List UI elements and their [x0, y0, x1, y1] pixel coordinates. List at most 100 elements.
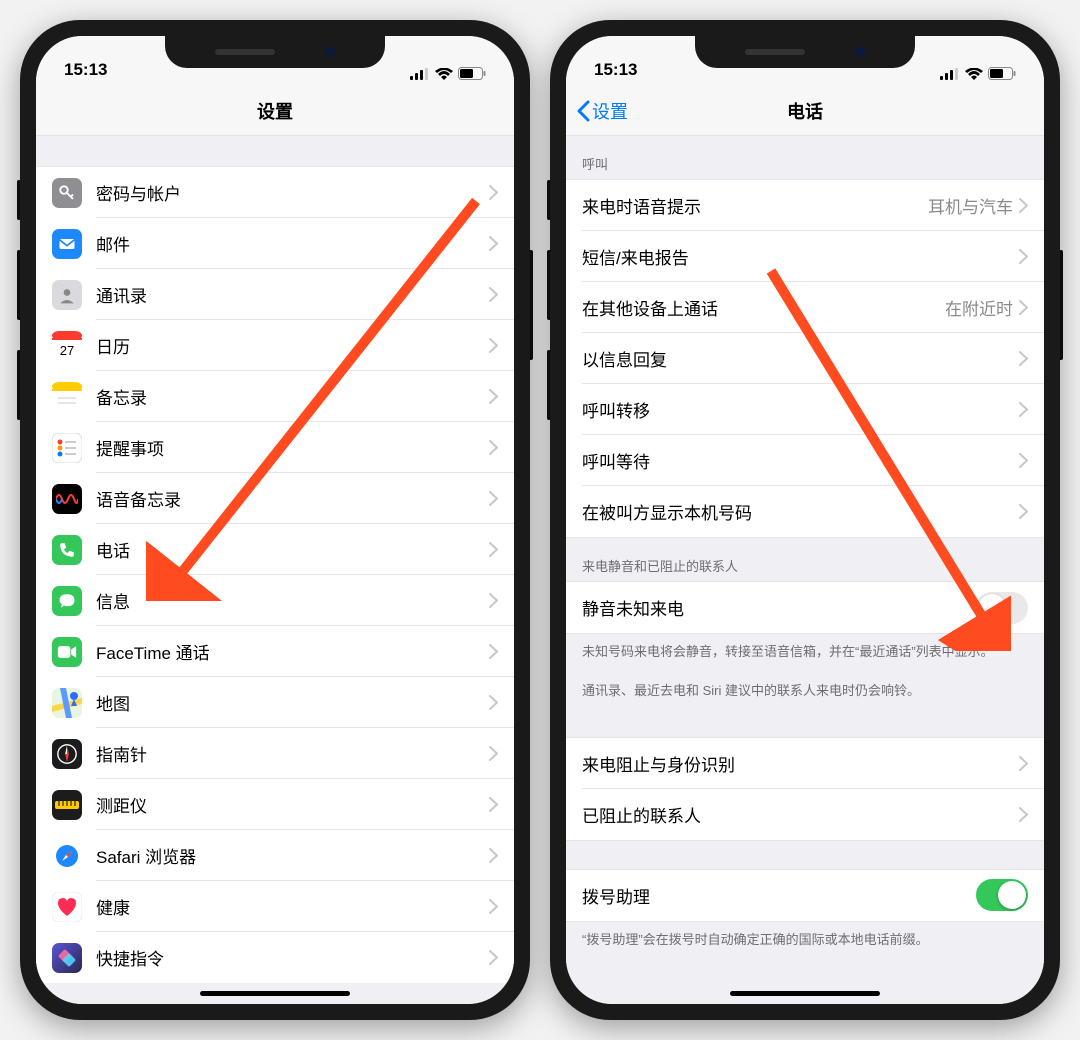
- settings-row-notes[interactable]: 备忘录: [36, 371, 514, 422]
- settings-row-voicememo[interactable]: 语音备忘录: [36, 473, 514, 524]
- row-label: 以信息回复: [582, 346, 1019, 371]
- row-label: FaceTime 通话: [96, 639, 489, 664]
- row-label: 通讯录: [96, 282, 489, 307]
- calendar-icon: 27: [52, 331, 82, 361]
- home-indicator: [200, 991, 350, 996]
- settings-row-mail[interactable]: 邮件: [36, 218, 514, 269]
- row-silence[interactable]: 静音未知来电: [566, 582, 1044, 633]
- chevron-right-icon: [489, 440, 498, 455]
- phone-icon: [52, 535, 82, 565]
- back-label: 设置: [592, 98, 628, 124]
- settings-row-measure[interactable]: 测距仪: [36, 779, 514, 830]
- chevron-right-icon: [489, 899, 498, 914]
- chevron-right-icon: [1019, 300, 1028, 315]
- wifi-icon: [965, 68, 983, 80]
- row-label: 密码与帐户: [96, 180, 489, 205]
- switch-silence[interactable]: [976, 592, 1028, 624]
- row-label: 来电时语音提示: [582, 193, 928, 218]
- chevron-right-icon: [489, 746, 498, 761]
- settings-row-messages[interactable]: 信息: [36, 575, 514, 626]
- chevron-right-icon: [489, 593, 498, 608]
- row-label: 来电阻止与身份识别: [582, 751, 1019, 776]
- row-label: 静音未知来电: [582, 595, 976, 620]
- section-header: 来电静音和已阻止的联系人: [566, 538, 1044, 581]
- page-title: 电话: [787, 98, 823, 124]
- row-blocked[interactable]: 已阻止的联系人: [566, 789, 1044, 840]
- contact-icon: [52, 280, 82, 310]
- row-label: 短信/来电报告: [582, 244, 1019, 269]
- voicememo-icon: [52, 484, 82, 514]
- row-label: 健康: [96, 894, 489, 919]
- section-footer: 未知号码来电将会静音，转接至语音信箱，并在“最近通话”列表中显示。 通讯录、最近…: [566, 634, 1044, 709]
- settings-row-compass[interactable]: 指南针: [36, 728, 514, 779]
- switch-dialassist[interactable]: [976, 879, 1028, 911]
- row-label: 在被叫方显示本机号码: [582, 499, 1019, 524]
- key-icon: [52, 178, 82, 208]
- row-forward[interactable]: 呼叫转移: [566, 384, 1044, 435]
- settings-row-safari[interactable]: Safari 浏览器: [36, 830, 514, 881]
- settings-row-calendar[interactable]: 27 日历: [36, 320, 514, 371]
- reminders-icon: [52, 433, 82, 463]
- row-label: 地图: [96, 690, 489, 715]
- row-announce[interactable]: 来电时语音提示耳机与汽车: [566, 180, 1044, 231]
- nav-bar: 设置: [36, 86, 514, 136]
- page-title: 设置: [257, 98, 293, 124]
- chevron-right-icon: [489, 338, 498, 353]
- row-value: 耳机与汽车: [928, 193, 1013, 218]
- row-otherdev[interactable]: 在其他设备上通话在附近时: [566, 282, 1044, 333]
- row-label: 测距仪: [96, 792, 489, 817]
- row-respond[interactable]: 以信息回复: [566, 333, 1044, 384]
- chevron-right-icon: [1019, 504, 1028, 519]
- settings-row-health[interactable]: 健康: [36, 881, 514, 932]
- chevron-right-icon: [1019, 351, 1028, 366]
- phone-settings-container: 呼叫来电时语音提示耳机与汽车短信/来电报告在其他设备上通话在附近时以信息回复呼叫…: [566, 136, 1044, 1004]
- row-dialassist[interactable]: 拨号助理: [566, 870, 1044, 921]
- chevron-right-icon: [489, 848, 498, 863]
- chevron-right-icon: [489, 491, 498, 506]
- battery-icon: [988, 67, 1016, 80]
- chevron-right-icon: [489, 644, 498, 659]
- row-label: 语音备忘录: [96, 486, 489, 511]
- chevron-left-icon: [576, 100, 590, 122]
- row-label: 已阻止的联系人: [582, 802, 1019, 827]
- chevron-right-icon: [1019, 807, 1028, 822]
- home-indicator: [730, 991, 880, 996]
- settings-row-shortcuts[interactable]: 快捷指令: [36, 932, 514, 983]
- back-button[interactable]: 设置: [576, 98, 628, 124]
- chevron-right-icon: [489, 236, 498, 251]
- row-label: 拨号助理: [582, 883, 976, 908]
- chevron-right-icon: [1019, 756, 1028, 771]
- row-label: 信息: [96, 588, 489, 613]
- settings-row-reminders[interactable]: 提醒事项: [36, 422, 514, 473]
- message-icon: [52, 586, 82, 616]
- settings-row-contacts[interactable]: 通讯录: [36, 269, 514, 320]
- chevron-right-icon: [1019, 453, 1028, 468]
- safari-icon: [52, 841, 82, 871]
- chevron-right-icon: [489, 287, 498, 302]
- settings-row-passwords[interactable]: 密码与帐户: [36, 167, 514, 218]
- section-footer: “拨号助理”会在拨号时自动确定正确的国际或本地电话前缀。: [566, 922, 1044, 958]
- settings-row-maps[interactable]: 地图: [36, 677, 514, 728]
- row-value: 在附近时: [945, 295, 1013, 320]
- settings-list-container: 密码与帐户邮件通讯录 27 日历备忘录提醒事项语音备忘录电话信息 FaceTime 通…: [36, 136, 514, 1004]
- settings-row-phone[interactable]: 电话: [36, 524, 514, 575]
- row-label: 快捷指令: [96, 945, 489, 970]
- row-waiting[interactable]: 呼叫等待: [566, 435, 1044, 486]
- signal-icon: [410, 68, 430, 80]
- health-icon: [52, 892, 82, 922]
- phone-left: 15:13 设置 密码与帐户邮件通讯录27日历备忘录提醒事项语音备忘录电话信息F…: [20, 20, 530, 1020]
- row-blockid[interactable]: 来电阻止与身份识别: [566, 738, 1044, 789]
- chevron-right-icon: [489, 797, 498, 812]
- notes-icon: [52, 382, 82, 412]
- row-label: 日历: [96, 333, 489, 358]
- chevron-right-icon: [1019, 402, 1028, 417]
- row-label: 指南针: [96, 741, 489, 766]
- mail-icon: [52, 229, 82, 259]
- settings-row-facetime[interactable]: FaceTime 通话: [36, 626, 514, 677]
- wifi-icon: [435, 68, 453, 80]
- row-label: 备忘录: [96, 384, 489, 409]
- notch: [695, 36, 915, 68]
- measure-icon: [52, 790, 82, 820]
- row-report[interactable]: 短信/来电报告: [566, 231, 1044, 282]
- row-callerid[interactable]: 在被叫方显示本机号码: [566, 486, 1044, 537]
